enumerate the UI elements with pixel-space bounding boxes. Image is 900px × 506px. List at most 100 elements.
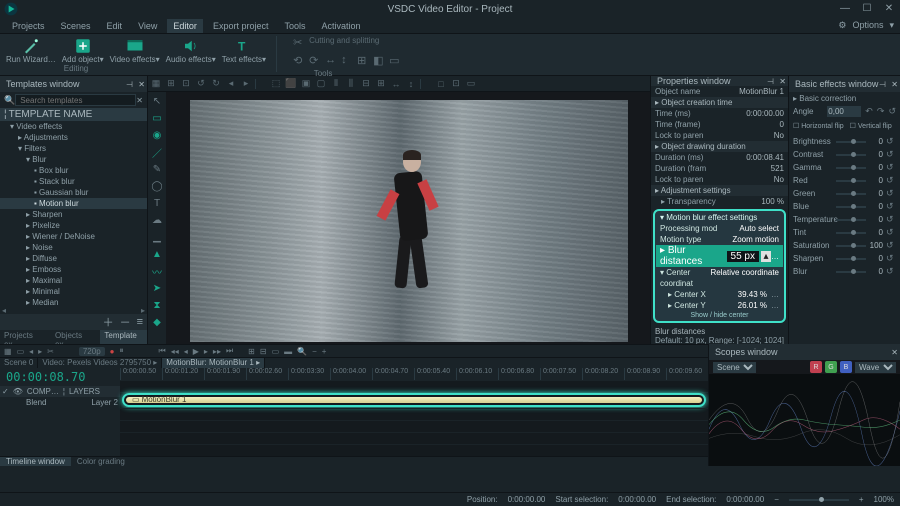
- tl-icon[interactable]: ⊟: [260, 347, 267, 356]
- prop-section[interactable]: ▸ Adjustment settings: [651, 185, 788, 196]
- reset-icon[interactable]: ↺: [886, 161, 896, 174]
- tree-item[interactable]: ▸ Sharpen: [0, 209, 147, 220]
- tab-templates[interactable]: Template …: [100, 330, 147, 344]
- templates-search-input[interactable]: [15, 94, 136, 106]
- st-icon[interactable]: ⬛: [285, 78, 297, 89]
- prop-section[interactable]: ▾ Motion blur effect settings: [656, 212, 783, 223]
- tool-line-icon[interactable]: ／: [150, 145, 164, 159]
- close-panel-icon[interactable]: ✕: [891, 348, 898, 357]
- timeline-tab-scene[interactable]: Scene 0: [0, 358, 38, 367]
- tl-icon[interactable]: +: [322, 347, 327, 356]
- reset-icon[interactable]: ↺: [886, 213, 896, 226]
- tool-chart-icon[interactable]: ▁: [150, 230, 164, 244]
- next-frame-icon[interactable]: ⏭: [226, 346, 233, 356]
- reset-icon[interactable]: ↺: [886, 239, 896, 252]
- audio-effects-button[interactable]: Audio effects▾: [166, 36, 216, 64]
- reset-icon[interactable]: ↺: [886, 148, 896, 161]
- tl-icon[interactable]: ⏸: [120, 346, 124, 356]
- tool-icon[interactable]: ⟳: [309, 54, 323, 68]
- st-icon[interactable]: ↔: [390, 79, 402, 89]
- tool-pen-icon[interactable]: ✎: [150, 162, 164, 176]
- tool-icon[interactable]: ◧: [373, 54, 387, 68]
- menu-activation[interactable]: Activation: [315, 19, 366, 33]
- tree-item[interactable]: ▾ Blur: [0, 154, 147, 165]
- preview-canvas[interactable]: [190, 100, 628, 342]
- angle-input[interactable]: [827, 106, 861, 117]
- tl-icon[interactable]: ▬: [284, 347, 292, 356]
- tool-rect-icon[interactable]: ▭: [150, 111, 164, 125]
- hflip-checkbox[interactable]: ☐ Horizontal flip: [793, 120, 844, 133]
- reset-icon[interactable]: ↺: [886, 265, 896, 278]
- slider-sharpen[interactable]: Sharpen0↺: [793, 252, 896, 265]
- templates-menu-icon[interactable]: ≡: [137, 316, 143, 328]
- menu-export[interactable]: Export project: [207, 19, 275, 33]
- tree-item[interactable]: ▪ Motion blur: [0, 198, 147, 209]
- tree-item[interactable]: ▾ Video effects: [0, 121, 147, 132]
- video-effects-button[interactable]: Video effects▾: [110, 36, 160, 64]
- tab-objects-explorer[interactable]: Objects ex…: [51, 330, 100, 344]
- maximize-button[interactable]: ☐: [856, 0, 878, 16]
- reset-icon[interactable]: ↺: [886, 252, 896, 265]
- prop-section[interactable]: ▸ Object drawing duration: [651, 141, 788, 152]
- tool-icon[interactable]: ⟲: [293, 54, 307, 68]
- tab-projects-explorer[interactable]: Projects ex…: [0, 330, 51, 344]
- tool-person-icon[interactable]: ▲: [150, 247, 164, 261]
- st-icon[interactable]: ▭: [465, 78, 477, 89]
- slider-blue[interactable]: Blue0↺: [793, 200, 896, 213]
- tree-item[interactable]: ▪ Gaussian blur: [0, 187, 147, 198]
- blur-distances-row[interactable]: ▸ Blur distances 55 px ▴ …: [656, 245, 783, 267]
- options-label[interactable]: Options: [852, 20, 883, 31]
- menu-view[interactable]: View: [132, 19, 163, 33]
- remove-template-icon[interactable]: －: [120, 314, 131, 330]
- run-wizard-button[interactable]: Run Wizard…: [6, 36, 56, 64]
- tree-item[interactable]: ▸ Wiener / DeNoise: [0, 231, 147, 242]
- menu-scenes[interactable]: Scenes: [55, 19, 97, 33]
- st-icon[interactable]: □: [435, 79, 447, 89]
- add-template-icon[interactable]: ＋: [103, 314, 114, 330]
- tool-cursor-icon[interactable]: ↖: [150, 94, 164, 108]
- tl-icon[interactable]: ▦: [4, 347, 12, 356]
- fwd-icon[interactable]: ▸: [204, 347, 208, 356]
- tool-wave-icon[interactable]: 〰: [150, 264, 164, 278]
- st-icon[interactable]: ⊞: [165, 78, 177, 89]
- vflip-checkbox[interactable]: ☐ Vertical flip: [850, 120, 892, 133]
- close-panel-icon[interactable]: ✕: [891, 80, 898, 89]
- slider-red[interactable]: Red0↺: [793, 174, 896, 187]
- st-icon[interactable]: ⫼: [345, 78, 357, 89]
- bottom-tab-timeline[interactable]: Timeline window: [0, 457, 71, 466]
- play-icon[interactable]: ▶: [193, 347, 199, 356]
- tree-item[interactable]: ▸ Pixelize: [0, 220, 147, 231]
- tree-item[interactable]: ▸ Emboss: [0, 264, 147, 275]
- reset-icon[interactable]: ↺: [886, 174, 896, 187]
- st-icon[interactable]: ⊟: [360, 78, 372, 89]
- tool-disc-icon[interactable]: ◉: [150, 128, 164, 142]
- tree-item[interactable]: ▸ Median: [0, 297, 147, 306]
- tree-item[interactable]: ▪ Box blur: [0, 165, 147, 176]
- add-object-button[interactable]: Add object▾: [62, 36, 104, 64]
- resolution-display[interactable]: 720p: [79, 347, 105, 356]
- show-hide-center-button[interactable]: Show / hide center: [656, 311, 783, 320]
- scopes-source-select[interactable]: Scene: [713, 362, 756, 373]
- clip-motionblur-highlight[interactable]: ▭MotionBlur 1: [122, 393, 706, 407]
- st-icon[interactable]: ▸: [240, 78, 252, 89]
- tl-icon[interactable]: ⊞: [248, 347, 255, 356]
- timeline-tab-motionblur[interactable]: MotionBlur: MotionBlur 1 ▸: [162, 358, 265, 367]
- tool-arrow-icon[interactable]: ➤: [150, 281, 164, 295]
- options-chevron-icon[interactable]: ▾: [889, 20, 894, 31]
- st-icon[interactable]: ↺: [195, 78, 207, 89]
- close-panel-icon[interactable]: ✕: [138, 80, 145, 89]
- bottom-tab-colorgrading[interactable]: Color grading: [71, 457, 131, 466]
- slider-saturation[interactable]: Saturation100↺: [793, 239, 896, 252]
- slider-contrast[interactable]: Contrast0↺: [793, 148, 896, 161]
- slider-blur[interactable]: Blur0↺: [793, 265, 896, 278]
- st-icon[interactable]: ▦: [150, 78, 162, 89]
- slider-tint[interactable]: Tint0↺: [793, 226, 896, 239]
- spinner-up-icon[interactable]: ▴: [761, 251, 771, 262]
- zoom-out-icon[interactable]: −: [774, 495, 779, 504]
- menu-tools[interactable]: Tools: [278, 19, 311, 33]
- prev-frame-icon[interactable]: ⏮: [159, 346, 166, 356]
- slider-brightness[interactable]: Brightness0↺: [793, 135, 896, 148]
- reset-icon[interactable]: ↺: [886, 200, 896, 213]
- tool-shape-icon[interactable]: ◆: [150, 315, 164, 329]
- close-button[interactable]: ✕: [878, 0, 900, 16]
